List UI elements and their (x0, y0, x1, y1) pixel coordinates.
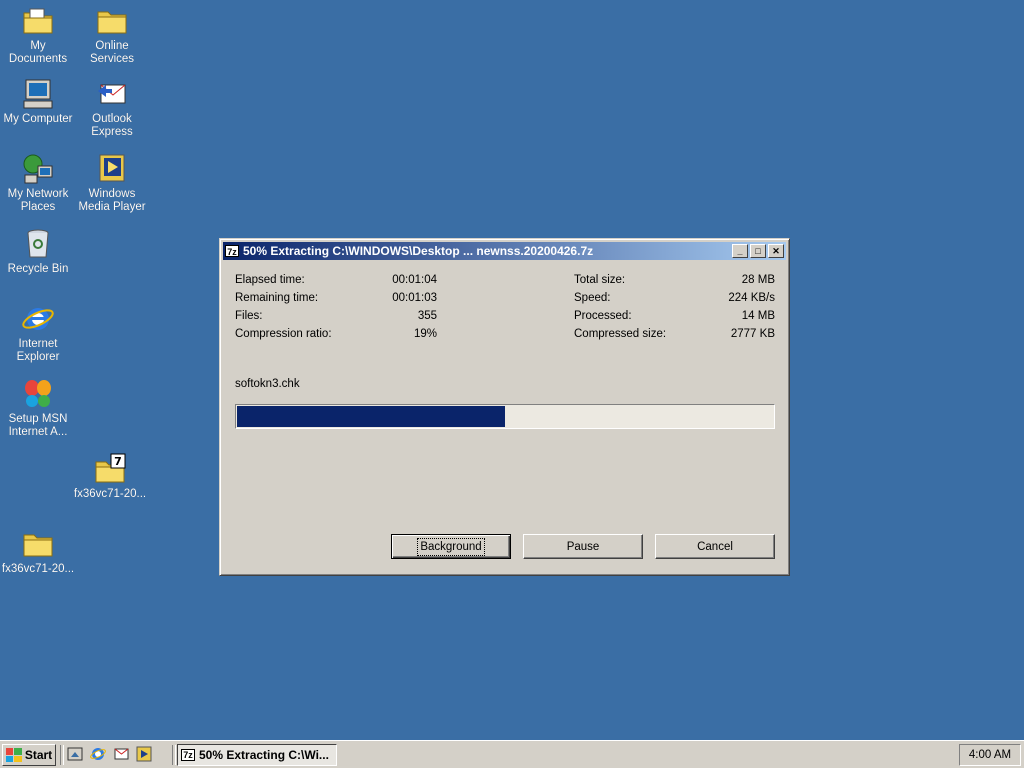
compression-ratio-label: Compression ratio: (235, 328, 332, 340)
media-player-icon (99, 154, 125, 182)
desktop-icon-my-network-places[interactable]: My Network Places (0, 152, 76, 214)
desktop-icon-label: My Documents (8, 40, 68, 65)
progress-bar-fill (237, 406, 505, 427)
folder-icon (23, 534, 53, 557)
outlook-express-icon (98, 84, 126, 104)
start-button[interactable]: Start (2, 744, 56, 766)
speed-value: 224 KB/s (728, 292, 775, 304)
folder-icon (97, 11, 127, 34)
taskbar-task-extracting[interactable]: 7z 50% Extracting C:\Wi... (177, 744, 337, 766)
desktop-icon-outlook-express[interactable]: Outlook Express (74, 77, 150, 139)
windows-flag-icon (5, 748, 22, 762)
compressed-size-value: 2777 KB (730, 328, 775, 340)
desktop-icon-label: Recycle Bin (7, 263, 69, 275)
7zip-app-icon: 7z (181, 749, 195, 761)
media-player-icon[interactable] (135, 745, 153, 763)
dialog-title: 50% Extracting C:\WINDOWS\Desktop ... ne… (243, 244, 594, 258)
desktop-icon-label: fx36vc71-20... (1, 563, 75, 575)
network-places-icon (23, 154, 53, 184)
desktop-icon-label: Windows Media Player (78, 188, 146, 213)
remaining-time-label: Remaining time: (235, 292, 319, 304)
recycle-bin-icon (27, 229, 49, 258)
current-file-name: softokn3.chk (235, 378, 300, 390)
system-tray-clock[interactable]: 4:00 AM (959, 744, 1021, 766)
compressed-size-label: Compressed size: (574, 328, 667, 340)
dialog-titlebar[interactable]: 7z 50% Extracting C:\WINDOWS\Desktop ...… (223, 242, 786, 260)
desktop-icon-my-computer[interactable]: My Computer (0, 77, 76, 126)
internet-explorer-icon (22, 308, 54, 330)
desktop-icon-internet-explorer[interactable]: Internet Explorer (0, 302, 76, 364)
background-button[interactable]: Background (391, 534, 511, 559)
desktop-icon-recycle-bin[interactable]: Recycle Bin (0, 227, 76, 276)
task-label: 50% Extracting C:\Wi... (199, 748, 329, 762)
desktop-icon-label: My Computer (3, 113, 73, 125)
remaining-time-value: 00:01:03 (392, 292, 437, 304)
files-value: 355 (417, 310, 437, 322)
cancel-button[interactable]: Cancel (655, 534, 775, 559)
start-label: Start (24, 748, 53, 762)
clock-time: 4:00 AM (968, 749, 1012, 761)
taskbar-separator (60, 745, 64, 765)
compression-ratio-value: 19% (413, 328, 437, 340)
desktop-icon-fx36vc71-archive[interactable]: 7 fx36vc71-20... (72, 452, 148, 501)
desktop-icon-label: Online Services (89, 40, 135, 65)
total-size-value: 28 MB (741, 274, 775, 286)
close-button[interactable]: ✕ (768, 244, 784, 258)
7zip-app-icon[interactable]: 7z (225, 245, 239, 257)
pause-button[interactable]: Pause (523, 534, 643, 559)
internet-explorer-icon[interactable] (89, 745, 107, 763)
files-label: Files: (235, 310, 263, 322)
desktop-icon-online-services[interactable]: Online Services (74, 4, 150, 66)
desktop-icon-setup-msn[interactable]: Setup MSN Internet A... (0, 377, 76, 439)
computer-icon (23, 79, 53, 109)
7z-archive-folder-icon: 7 (95, 453, 126, 483)
maximize-button[interactable]: □ (750, 244, 766, 258)
desktop-icon-label: My Network Places (7, 188, 69, 213)
show-desktop-icon[interactable] (66, 745, 84, 763)
desktop-icon-windows-media-player[interactable]: Windows Media Player (74, 152, 150, 214)
extraction-progress-bar (235, 404, 775, 429)
processed-value: 14 MB (741, 310, 775, 322)
speed-label: Speed: (574, 292, 611, 304)
processed-label: Processed: (574, 310, 632, 322)
total-size-label: Total size: (574, 274, 626, 286)
desktop-icon-fx36vc71-folder[interactable]: fx36vc71-20... (0, 527, 76, 576)
folder-documents-icon (23, 8, 53, 34)
taskbar-separator (172, 745, 176, 765)
elapsed-time-value: 00:01:04 (392, 274, 437, 286)
desktop-icon-my-documents[interactable]: My Documents (0, 4, 76, 66)
desktop-icon-label: fx36vc71-20... (73, 488, 147, 500)
quick-launch-bar (66, 745, 153, 763)
msn-butterfly-icon (25, 380, 51, 407)
svg-text:7: 7 (114, 455, 122, 468)
elapsed-time-label: Elapsed time: (235, 274, 305, 286)
desktop-icon-label: Setup MSN Internet A... (8, 413, 68, 438)
outlook-express-icon[interactable] (112, 745, 130, 763)
desktop-icon-label: Internet Explorer (16, 338, 60, 363)
desktop-icon-label: Outlook Express (91, 113, 133, 138)
taskbar: Start 7z 50% Extracting C:\Wi... 4:00 AM (0, 740, 1024, 768)
minimize-button[interactable]: _ (732, 244, 748, 258)
